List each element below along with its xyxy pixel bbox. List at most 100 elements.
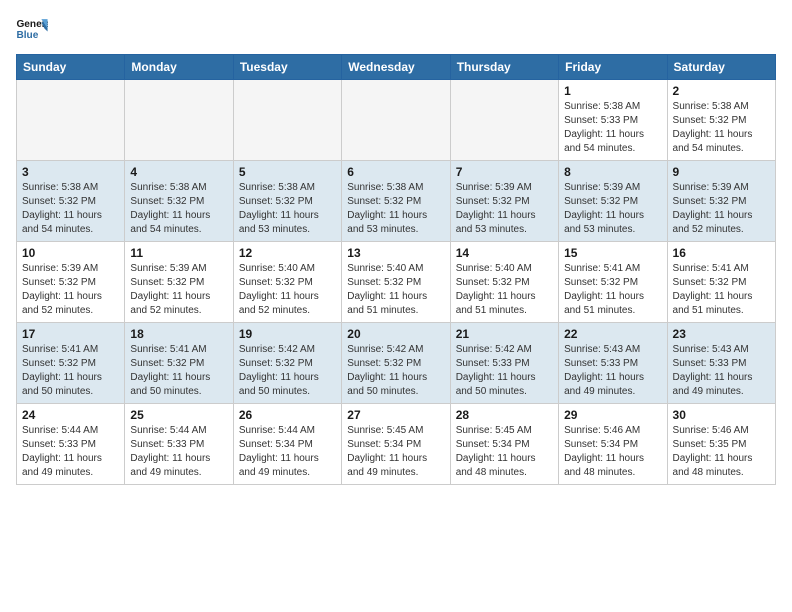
calendar-day-cell: 18 Sunrise: 5:41 AM Sunset: 5:32 PM Dayli…: [125, 323, 233, 404]
day-number: 18: [130, 327, 227, 341]
calendar-day-cell: [17, 80, 125, 161]
weekday-header-friday: Friday: [559, 55, 667, 80]
day-number: 15: [564, 246, 661, 260]
day-number: 1: [564, 84, 661, 98]
day-number: 16: [673, 246, 770, 260]
day-info: Sunrise: 5:38 AM Sunset: 5:32 PM Dayligh…: [130, 181, 227, 237]
day-info: Sunrise: 5:40 AM Sunset: 5:32 PM Dayligh…: [456, 262, 553, 318]
calendar-day-cell: 24 Sunrise: 5:44 AM Sunset: 5:33 PM Dayli…: [17, 404, 125, 485]
day-info: Sunrise: 5:38 AM Sunset: 5:32 PM Dayligh…: [239, 181, 336, 237]
day-info: Sunrise: 5:39 AM Sunset: 5:32 PM Dayligh…: [456, 181, 553, 237]
day-info: Sunrise: 5:41 AM Sunset: 5:32 PM Dayligh…: [130, 343, 227, 399]
calendar-day-cell: 29 Sunrise: 5:46 AM Sunset: 5:34 PM Dayli…: [559, 404, 667, 485]
day-number: 24: [22, 408, 119, 422]
day-number: 13: [347, 246, 444, 260]
calendar-day-cell: 14 Sunrise: 5:40 AM Sunset: 5:32 PM Dayli…: [450, 242, 558, 323]
logo: General Blue: [16, 16, 52, 44]
day-info: Sunrise: 5:40 AM Sunset: 5:32 PM Dayligh…: [239, 262, 336, 318]
calendar-day-cell: 17 Sunrise: 5:41 AM Sunset: 5:32 PM Dayli…: [17, 323, 125, 404]
day-number: 22: [564, 327, 661, 341]
calendar-day-cell: 9 Sunrise: 5:39 AM Sunset: 5:32 PM Daylig…: [667, 161, 775, 242]
calendar-week-row: 10 Sunrise: 5:39 AM Sunset: 5:32 PM Dayli…: [17, 242, 776, 323]
page-header: General Blue: [16, 16, 776, 44]
day-number: 23: [673, 327, 770, 341]
weekday-header-row: SundayMondayTuesdayWednesdayThursdayFrid…: [17, 55, 776, 80]
day-number: 17: [22, 327, 119, 341]
day-info: Sunrise: 5:42 AM Sunset: 5:33 PM Dayligh…: [456, 343, 553, 399]
day-number: 11: [130, 246, 227, 260]
day-info: Sunrise: 5:39 AM Sunset: 5:32 PM Dayligh…: [22, 262, 119, 318]
calendar-day-cell: 19Sunrise: 5:42 AM Sunset: 5:32 PM Dayli…: [233, 323, 341, 404]
day-number: 9: [673, 165, 770, 179]
day-number: 27: [347, 408, 444, 422]
calendar-day-cell: 22Sunrise: 5:43 AM Sunset: 5:33 PM Dayli…: [559, 323, 667, 404]
calendar-day-cell: 16 Sunrise: 5:41 AM Sunset: 5:32 PM Dayli…: [667, 242, 775, 323]
calendar-day-cell: 27 Sunrise: 5:45 AM Sunset: 5:34 PM Dayli…: [342, 404, 450, 485]
day-number: 29: [564, 408, 661, 422]
day-number: 4: [130, 165, 227, 179]
calendar-day-cell: 26Sunrise: 5:44 AM Sunset: 5:34 PM Dayli…: [233, 404, 341, 485]
day-info: Sunrise: 5:45 AM Sunset: 5:34 PM Dayligh…: [456, 424, 553, 480]
calendar-day-cell: 3 Sunrise: 5:38 AM Sunset: 5:32 PM Daylig…: [17, 161, 125, 242]
day-info: Sunrise: 5:46 AM Sunset: 5:35 PM Dayligh…: [673, 424, 770, 480]
day-number: 2: [673, 84, 770, 98]
day-info: Sunrise: 5:38 AM Sunset: 5:32 PM Dayligh…: [347, 181, 444, 237]
day-info: Sunrise: 5:44 AM Sunset: 5:33 PM Dayligh…: [22, 424, 119, 480]
calendar-week-row: 17 Sunrise: 5:41 AM Sunset: 5:32 PM Dayli…: [17, 323, 776, 404]
weekday-header-wednesday: Wednesday: [342, 55, 450, 80]
calendar-day-cell: 20Sunrise: 5:42 AM Sunset: 5:32 PM Dayli…: [342, 323, 450, 404]
day-info: Sunrise: 5:38 AM Sunset: 5:32 PM Dayligh…: [673, 100, 770, 156]
day-info: Sunrise: 5:38 AM Sunset: 5:33 PM Dayligh…: [564, 100, 661, 156]
day-info: Sunrise: 5:41 AM Sunset: 5:32 PM Dayligh…: [22, 343, 119, 399]
calendar-day-cell: 4 Sunrise: 5:38 AM Sunset: 5:32 PM Daylig…: [125, 161, 233, 242]
calendar-day-cell: 28 Sunrise: 5:45 AM Sunset: 5:34 PM Dayli…: [450, 404, 558, 485]
day-number: 14: [456, 246, 553, 260]
calendar-day-cell: 12 Sunrise: 5:40 AM Sunset: 5:32 PM Dayli…: [233, 242, 341, 323]
day-number: 7: [456, 165, 553, 179]
day-info: Sunrise: 5:44 AM Sunset: 5:33 PM Dayligh…: [130, 424, 227, 480]
calendar-day-cell: 2 Sunrise: 5:38 AM Sunset: 5:32 PM Daylig…: [667, 80, 775, 161]
svg-text:Blue: Blue: [16, 30, 38, 41]
day-info: Sunrise: 5:41 AM Sunset: 5:32 PM Dayligh…: [564, 262, 661, 318]
day-info: Sunrise: 5:44 AM Sunset: 5:34 PM Dayligh…: [239, 424, 336, 480]
calendar-day-cell: 15 Sunrise: 5:41 AM Sunset: 5:32 PM Dayli…: [559, 242, 667, 323]
day-number: 19: [239, 327, 336, 341]
day-number: 12: [239, 246, 336, 260]
day-number: 3: [22, 165, 119, 179]
calendar-week-row: 3 Sunrise: 5:38 AM Sunset: 5:32 PM Daylig…: [17, 161, 776, 242]
weekday-header-sunday: Sunday: [17, 55, 125, 80]
day-number: 8: [564, 165, 661, 179]
calendar-day-cell: 23 Sunrise: 5:43 AM Sunset: 5:33 PM Dayli…: [667, 323, 775, 404]
weekday-header-monday: Monday: [125, 55, 233, 80]
day-number: 10: [22, 246, 119, 260]
weekday-header-tuesday: Tuesday: [233, 55, 341, 80]
day-info: Sunrise: 5:41 AM Sunset: 5:32 PM Dayligh…: [673, 262, 770, 318]
day-number: 5: [239, 165, 336, 179]
day-number: 6: [347, 165, 444, 179]
day-info: Sunrise: 5:40 AM Sunset: 5:32 PM Dayligh…: [347, 262, 444, 318]
calendar-day-cell: 30Sunrise: 5:46 AM Sunset: 5:35 PM Dayli…: [667, 404, 775, 485]
calendar-day-cell: [125, 80, 233, 161]
weekday-header-thursday: Thursday: [450, 55, 558, 80]
day-info: Sunrise: 5:39 AM Sunset: 5:32 PM Dayligh…: [673, 181, 770, 237]
day-info: Sunrise: 5:42 AM Sunset: 5:32 PM Dayligh…: [347, 343, 444, 399]
day-info: Sunrise: 5:43 AM Sunset: 5:33 PM Dayligh…: [673, 343, 770, 399]
calendar-day-cell: 10 Sunrise: 5:39 AM Sunset: 5:32 PM Dayli…: [17, 242, 125, 323]
day-info: Sunrise: 5:45 AM Sunset: 5:34 PM Dayligh…: [347, 424, 444, 480]
calendar-day-cell: [450, 80, 558, 161]
calendar-day-cell: 21 Sunrise: 5:42 AM Sunset: 5:33 PM Dayli…: [450, 323, 558, 404]
logo-icon: General Blue: [16, 16, 48, 44]
day-number: 25: [130, 408, 227, 422]
day-number: 21: [456, 327, 553, 341]
day-number: 28: [456, 408, 553, 422]
calendar-day-cell: 13 Sunrise: 5:40 AM Sunset: 5:32 PM Dayli…: [342, 242, 450, 323]
day-info: Sunrise: 5:38 AM Sunset: 5:32 PM Dayligh…: [22, 181, 119, 237]
day-info: Sunrise: 5:46 AM Sunset: 5:34 PM Dayligh…: [564, 424, 661, 480]
calendar-day-cell: 1 Sunrise: 5:38 AM Sunset: 5:33 PM Daylig…: [559, 80, 667, 161]
day-info: Sunrise: 5:39 AM Sunset: 5:32 PM Dayligh…: [130, 262, 227, 318]
calendar-day-cell: 25 Sunrise: 5:44 AM Sunset: 5:33 PM Dayli…: [125, 404, 233, 485]
calendar-day-cell: 5 Sunrise: 5:38 AM Sunset: 5:32 PM Daylig…: [233, 161, 341, 242]
calendar-table: SundayMondayTuesdayWednesdayThursdayFrid…: [16, 54, 776, 485]
calendar-day-cell: [233, 80, 341, 161]
calendar-day-cell: 11 Sunrise: 5:39 AM Sunset: 5:32 PM Dayli…: [125, 242, 233, 323]
